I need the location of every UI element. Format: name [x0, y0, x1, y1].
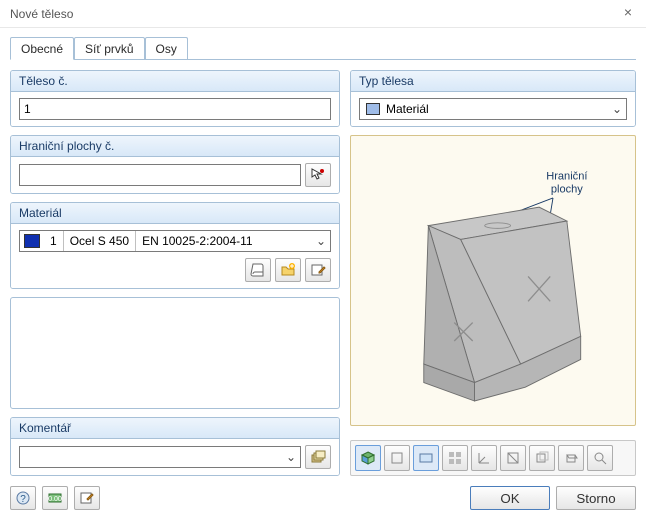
pick-icon [79, 490, 95, 506]
grid-icon [447, 450, 463, 466]
cursor-pick-icon [310, 167, 326, 183]
cancel-button[interactable]: Storno [556, 486, 636, 510]
dialog-footer: ? 0.00 OK Storno [10, 476, 636, 510]
material-standard: EN 10025-2:2004-11 [135, 231, 312, 251]
group-material: Materiál 1 Ocel S 450 EN 10025-2:2004-11… [10, 202, 340, 289]
svg-text:?: ? [20, 494, 26, 505]
preview-label-line1: Hraniční [546, 170, 588, 182]
left-spacer [10, 297, 340, 409]
cube-iso-icon [360, 450, 376, 466]
svg-text:0.00: 0.00 [48, 496, 62, 503]
titlebar: Nové těleso × [0, 0, 646, 28]
view-box-button[interactable] [558, 445, 584, 471]
group-type: Typ tělesa Materiál ⌄ [350, 70, 636, 127]
group-header-comment: Komentář [11, 418, 339, 439]
boundary-input[interactable] [19, 164, 301, 186]
section-icon [505, 450, 521, 466]
type-combo[interactable]: Materiál ⌄ [359, 98, 627, 120]
view-shade-button[interactable] [413, 445, 439, 471]
axes-icon [476, 450, 492, 466]
tab-axes[interactable]: Osy [145, 37, 188, 59]
comment-extra-button[interactable] [305, 445, 331, 469]
shade-icon [418, 450, 434, 466]
chevron-down-icon[interactable]: ⌄ [312, 234, 330, 248]
group-header-boundary: Hraniční plochy č. [11, 136, 339, 157]
group-header-body-no: Těleso č. [11, 71, 339, 92]
book-icon [250, 262, 266, 278]
body-no-input[interactable] [19, 98, 331, 120]
close-icon[interactable]: × [624, 4, 632, 20]
view-section-button[interactable] [500, 445, 526, 471]
group-header-type: Typ tělesa [351, 71, 635, 92]
group-body-no: Těleso č. [10, 70, 340, 127]
units-icon: 0.00 [47, 490, 63, 506]
view-axes-button[interactable] [471, 445, 497, 471]
ok-button[interactable]: OK [470, 486, 550, 510]
pick-boundary-button[interactable] [305, 163, 331, 187]
zoom-icon [592, 450, 608, 466]
help-icon: ? [15, 490, 31, 506]
view-grid-button[interactable] [442, 445, 468, 471]
material-new-button[interactable] [275, 258, 301, 282]
preview-area: Hraniční plochy [350, 135, 636, 426]
view-zoom-button[interactable] [587, 445, 613, 471]
folder-new-icon [280, 262, 296, 278]
chevron-down-icon[interactable]: ⌄ [608, 102, 626, 116]
type-value: Materiál [386, 102, 608, 116]
view-clip-button[interactable] [529, 445, 555, 471]
material-library-button[interactable] [245, 258, 271, 282]
material-number: 1 [44, 231, 63, 251]
tabstrip: Obecné Síť prvků Osy [10, 36, 636, 60]
group-header-material: Materiál [11, 203, 339, 224]
clip-icon [534, 450, 550, 466]
preview-toolbar [350, 440, 636, 476]
units-button[interactable]: 0.00 [42, 486, 68, 510]
tab-mesh[interactable]: Síť prvků [74, 37, 145, 59]
pick-button[interactable] [74, 486, 100, 510]
help-button[interactable]: ? [10, 486, 36, 510]
material-color-swatch [24, 234, 40, 248]
solid-preview-icon: Hraniční plochy [373, 146, 613, 416]
group-boundary: Hraniční plochy č. [10, 135, 340, 194]
edit-icon [310, 262, 326, 278]
type-color-swatch [366, 103, 380, 115]
comment-combo[interactable]: ⌄ [19, 446, 301, 468]
view-iso-button[interactable] [355, 445, 381, 471]
group-comment: Komentář ⌄ [10, 417, 340, 476]
material-combo[interactable]: 1 Ocel S 450 EN 10025-2:2004-11 ⌄ [19, 230, 331, 252]
material-edit-button[interactable] [305, 258, 331, 282]
tab-general[interactable]: Obecné [10, 37, 74, 60]
view-wire-button[interactable] [384, 445, 410, 471]
wire-icon [389, 450, 405, 466]
material-name: Ocel S 450 [63, 231, 135, 251]
stack-icon [310, 449, 326, 465]
chevron-down-icon[interactable]: ⌄ [282, 450, 300, 464]
preview-label-line2: plochy [551, 183, 583, 195]
window-title: Nové těleso [10, 7, 73, 21]
box-icon [563, 450, 579, 466]
